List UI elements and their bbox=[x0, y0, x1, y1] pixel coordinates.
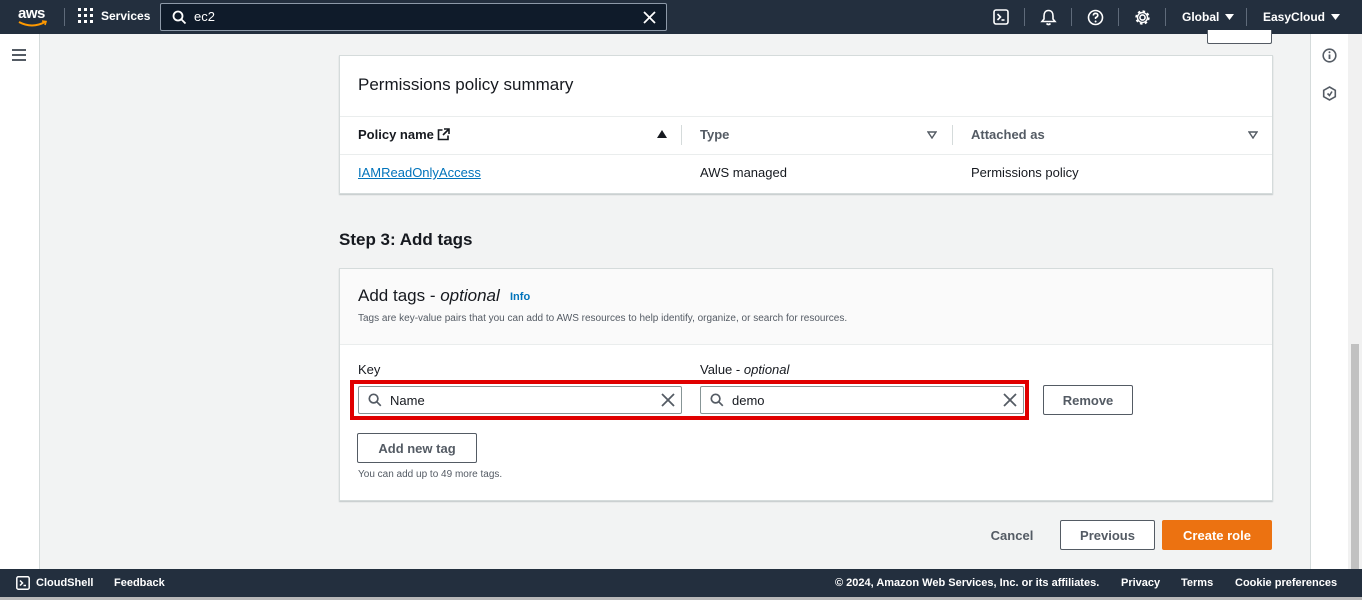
services-grid-icon bbox=[78, 8, 93, 23]
caret-down-icon bbox=[1225, 14, 1235, 20]
help-panel-icon[interactable] bbox=[1322, 86, 1337, 101]
divider bbox=[340, 116, 1272, 117]
annotation-highlight-box bbox=[350, 380, 1029, 420]
add-tags-header bbox=[340, 269, 1272, 345]
value-label-text: Value bbox=[700, 362, 733, 377]
search-icon bbox=[172, 10, 187, 25]
add-tags-title: Add tags - optional bbox=[358, 286, 500, 305]
edit-button-partial[interactable] bbox=[1207, 30, 1272, 44]
settings-icon[interactable] bbox=[1132, 7, 1152, 27]
notifications-icon[interactable] bbox=[1038, 7, 1058, 27]
cancel-button[interactable]: Cancel bbox=[978, 520, 1046, 550]
nav-divider bbox=[64, 8, 65, 26]
column-header-type[interactable]: Type bbox=[700, 127, 729, 142]
right-tools-rail bbox=[1310, 34, 1348, 569]
divider bbox=[340, 154, 1272, 155]
nav-divider bbox=[1071, 8, 1072, 26]
cookie-preferences-link[interactable]: Cookie preferences bbox=[1235, 577, 1337, 589]
nav-divider bbox=[1024, 8, 1025, 26]
aws-logo[interactable]: aws bbox=[16, 5, 50, 29]
sort-icon[interactable] bbox=[1248, 131, 1258, 139]
value-label: Value - optional bbox=[700, 362, 790, 377]
cloudshell-link[interactable]: CloudShell bbox=[36, 577, 93, 589]
account-label: EasyCloud bbox=[1263, 10, 1326, 24]
page-scrollbar[interactable] bbox=[1348, 34, 1362, 569]
account-menu[interactable]: EasyCloud bbox=[1263, 10, 1341, 24]
info-link[interactable]: Info bbox=[510, 291, 530, 303]
smile-icon bbox=[18, 20, 48, 27]
create-role-button[interactable]: Create role bbox=[1162, 520, 1272, 550]
services-menu[interactable]: Services bbox=[78, 8, 150, 23]
column-divider bbox=[681, 125, 682, 145]
step-3-title: Step 3: Add tags bbox=[339, 230, 473, 249]
privacy-link[interactable]: Privacy bbox=[1121, 577, 1160, 589]
policy-name-link[interactable]: IAMReadOnlyAccess bbox=[358, 165, 481, 180]
footer: CloudShell Feedback © 2024, Amazon Web S… bbox=[0, 569, 1362, 597]
add-tags-title-text: Add tags bbox=[358, 286, 426, 305]
external-link-icon bbox=[437, 128, 450, 141]
search-bar[interactable] bbox=[160, 3, 667, 31]
search-input[interactable] bbox=[194, 9, 624, 24]
add-tags-optional: optional bbox=[440, 286, 500, 305]
scrollbar-thumb[interactable] bbox=[1351, 344, 1359, 569]
region-selector[interactable]: Global bbox=[1182, 10, 1235, 24]
help-icon[interactable] bbox=[1085, 7, 1105, 27]
remove-tag-button[interactable]: Remove bbox=[1043, 385, 1133, 415]
add-new-tag-button[interactable]: Add new tag bbox=[357, 433, 477, 463]
services-label: Services bbox=[101, 8, 151, 23]
nav-divider bbox=[1118, 8, 1119, 26]
permissions-summary-title: Permissions policy summary bbox=[358, 75, 574, 94]
terms-link[interactable]: Terms bbox=[1181, 577, 1213, 589]
add-tags-description: Tags are key-value pairs that you can ad… bbox=[358, 313, 848, 324]
tag-limit-note: You can add up to 49 more tags. bbox=[358, 469, 503, 480]
policy-type-cell: AWS managed bbox=[700, 165, 787, 180]
copyright-text: © 2024, Amazon Web Services, Inc. or its… bbox=[835, 577, 1100, 589]
sort-ascending-icon[interactable] bbox=[657, 130, 667, 138]
column-divider bbox=[952, 125, 953, 145]
value-label-optional: optional bbox=[743, 362, 790, 377]
cloudshell-icon[interactable] bbox=[16, 576, 30, 590]
left-navigation-rail bbox=[0, 34, 40, 569]
hamburger-menu-icon[interactable] bbox=[12, 49, 26, 61]
column-header-policy-name[interactable]: Policy name bbox=[358, 127, 434, 142]
column-header-attached-as[interactable]: Attached as bbox=[971, 127, 1045, 142]
feedback-link[interactable]: Feedback bbox=[114, 577, 165, 589]
nav-divider bbox=[1246, 8, 1247, 26]
attached-as-cell: Permissions policy bbox=[971, 165, 1079, 180]
cloudshell-icon[interactable] bbox=[991, 7, 1011, 27]
sort-icon[interactable] bbox=[927, 131, 937, 139]
top-navigation: aws Services Global bbox=[0, 0, 1362, 34]
clear-search-icon[interactable] bbox=[643, 11, 656, 24]
caret-down-icon bbox=[1331, 14, 1341, 20]
nav-divider bbox=[1165, 8, 1166, 26]
key-label: Key bbox=[358, 362, 381, 377]
region-label: Global bbox=[1182, 10, 1220, 24]
previous-button[interactable]: Previous bbox=[1060, 520, 1155, 550]
info-panel-icon[interactable] bbox=[1322, 48, 1337, 63]
